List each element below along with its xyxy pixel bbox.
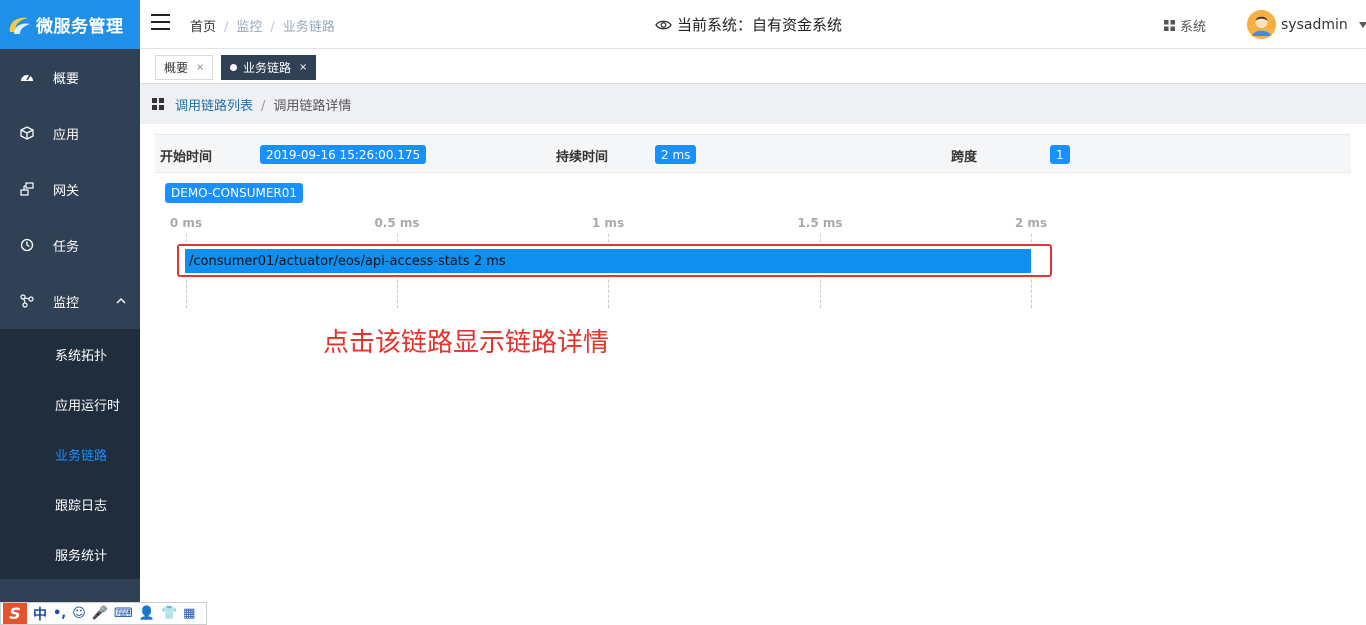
- hamburger-icon[interactable]: [151, 14, 170, 30]
- username: sysadmin: [1281, 16, 1348, 33]
- axis-tick: 0 ms: [169, 216, 203, 230]
- duration-badge: 2 ms: [655, 145, 697, 164]
- span-count-badge: 1: [1050, 145, 1070, 164]
- sidebar-item-overview[interactable]: 概要: [0, 49, 140, 105]
- emoji-icon[interactable]: ☺: [72, 606, 86, 621]
- tag-label: 业务链路: [243, 61, 292, 75]
- sidebar-item-label: 概要: [53, 71, 80, 87]
- page-breadcrumb-bar: 调用链路列表 / 调用链路详情: [140, 84, 1366, 124]
- app-title: 微服务管理: [36, 17, 124, 37]
- tag-overview[interactable]: 概要 ×: [155, 55, 214, 80]
- system-button-label: 系统: [1180, 20, 1207, 35]
- submenu-item-runtime[interactable]: 应用运行时: [0, 379, 140, 429]
- submenu-item-trace[interactable]: 业务链路: [0, 429, 140, 479]
- trace-detail-crumb: 调用链路详情: [273, 99, 352, 114]
- axis-tick: 0.5 ms: [374, 216, 420, 230]
- trace-list-link[interactable]: 调用链路列表: [175, 99, 253, 114]
- eye-icon: [655, 20, 672, 29]
- breadcrumb-current: 业务链路: [282, 20, 335, 35]
- start-time-label: 开始时间: [160, 150, 213, 165]
- logo[interactable]: 微服务管理: [0, 0, 140, 49]
- sidebar-item-label: 监控: [53, 295, 80, 311]
- breadcrumb-monitor[interactable]: 监控: [236, 20, 262, 35]
- top-navbar: 首页 / 监控 / 业务链路 当前系统：自有资金系统 系统 sysadmin: [140, 0, 1366, 49]
- sogou-logo-icon[interactable]: S: [3, 603, 27, 624]
- monitor-icon: [19, 293, 35, 309]
- ime-mode-toggle[interactable]: 中: [33, 604, 47, 624]
- submenu-item-trace-log[interactable]: 跟踪日志: [0, 479, 140, 529]
- axis-tick: 1 ms: [591, 216, 625, 230]
- tags-view: 概要 × 业务链路 ×: [140, 49, 1366, 84]
- user-icon[interactable]: 👤: [139, 606, 155, 621]
- toolbox-icon[interactable]: ▦: [183, 606, 195, 621]
- user-menu[interactable]: sysadmin: [1247, 10, 1366, 39]
- microphone-icon[interactable]: 🎤: [92, 606, 108, 621]
- chevron-up-icon: [116, 298, 126, 304]
- sidebar-item-label: 应用: [53, 127, 80, 143]
- monitor-submenu: 系统拓扑 应用运行时 业务链路 跟踪日志 服务统计: [0, 329, 140, 579]
- submenu-item-topology[interactable]: 系统拓扑: [0, 329, 140, 379]
- trace-span-bar[interactable]: /consumer01/actuator/eos/api-access-stat…: [185, 249, 1031, 273]
- system-button[interactable]: 系统: [1164, 16, 1206, 35]
- breadcrumb: 首页 / 监控 / 业务链路: [190, 20, 335, 35]
- cube-icon: [19, 125, 35, 141]
- close-icon[interactable]: ×: [196, 62, 204, 73]
- axis-tick: 1.5 ms: [797, 216, 843, 230]
- logo-icon: [9, 17, 30, 34]
- service-name-tag: DEMO-CONSUMER01: [165, 183, 304, 203]
- current-system: 当前系统：自有资金系统: [655, 14, 842, 35]
- network-icon: [19, 181, 35, 197]
- sidebar-item-apps[interactable]: 应用: [0, 105, 140, 161]
- dashboard-icon: [19, 69, 35, 85]
- sidebar: 微服务管理 概要 应用 网关 任务 监控 系统拓扑 应用运行时 业务链路 跟踪日…: [0, 0, 140, 625]
- grid-icon: [1164, 20, 1175, 31]
- axis-tick: 2 ms: [1014, 216, 1048, 230]
- span-label: 跨度: [951, 150, 978, 165]
- page-breadcrumb: 调用链路列表 / 调用链路详情: [175, 99, 352, 114]
- breadcrumb-home[interactable]: 首页: [190, 20, 216, 35]
- annotation-text: 点击该链路显示链路详情: [323, 328, 610, 358]
- ime-toolbar: S 中 •, ☺ 🎤 ⌨ 👤 👕 ▦: [0, 602, 207, 625]
- punctuation-icon[interactable]: •,: [53, 606, 66, 621]
- sidebar-item-label: 网关: [53, 183, 80, 199]
- start-time-badge: 2019-09-16 15:26:00.175: [260, 145, 427, 164]
- submenu-item-service-stats[interactable]: 服务统计: [0, 529, 140, 579]
- active-dot-icon: [230, 64, 237, 71]
- duration-label: 持续时间: [556, 150, 609, 165]
- clock-icon: [19, 237, 35, 253]
- timeline-axis: 0 ms 0.5 ms 1 ms 1.5 ms 2 ms: [0, 216, 1366, 234]
- caret-down-icon: [1358, 21, 1366, 28]
- avatar: [1247, 10, 1276, 39]
- sidebar-item-monitor[interactable]: 监控: [0, 273, 140, 329]
- trace-info-row: 开始时间 2019-09-16 15:26:00.175 持续时间 2 ms 跨…: [155, 134, 1351, 173]
- sidebar-item-label: 任务: [53, 239, 80, 255]
- sidebar-item-gateway[interactable]: 网关: [0, 161, 140, 217]
- tag-label: 概要: [164, 61, 189, 75]
- tag-trace[interactable]: 业务链路 ×: [221, 55, 317, 80]
- keyboard-icon[interactable]: ⌨: [114, 606, 133, 621]
- close-icon[interactable]: ×: [299, 62, 307, 73]
- skin-icon[interactable]: 👕: [161, 606, 177, 621]
- current-system-text: 当前系统：自有资金系统: [677, 16, 843, 34]
- grid-icon: [152, 98, 164, 110]
